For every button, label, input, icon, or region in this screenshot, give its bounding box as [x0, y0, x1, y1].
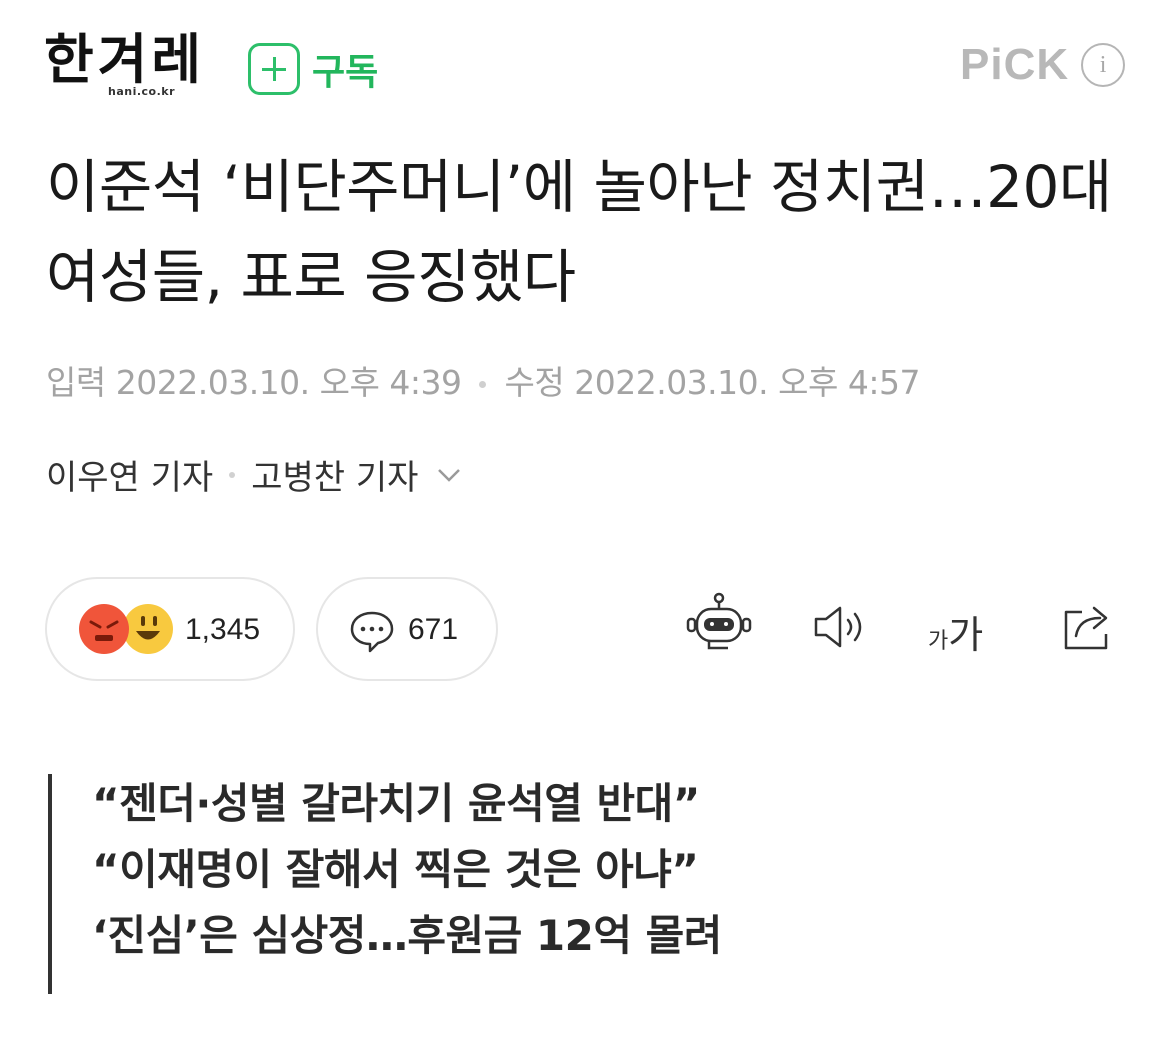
font-size-small-label: 가: [928, 629, 949, 654]
subtitle-line: ‘진심’은 심상정…후원금 12억 몰려: [92, 911, 722, 960]
text-to-speech-button[interactable]: [812, 604, 872, 654]
subscribe-button[interactable]: 구독: [248, 40, 378, 98]
info-icon[interactable]: i: [1081, 43, 1126, 87]
speaker-icon: [814, 606, 862, 648]
edit-label: 수정: [504, 363, 565, 402]
plus-icon: [248, 43, 300, 95]
reporter-name: 고병찬 기자: [251, 458, 419, 498]
input-time: 2022.03.10. 오후 4:39: [115, 363, 462, 402]
edit-time: 2022.03.10. 오후 4:57: [574, 363, 920, 402]
font-size-large-label: 가: [948, 613, 984, 657]
logo-domain: hani.co.kr: [108, 85, 176, 98]
share-button[interactable]: [1060, 600, 1116, 656]
comment-icon: [350, 611, 394, 653]
comment-button[interactable]: 671: [316, 577, 498, 681]
reporter-name: 이우연 기자: [46, 458, 214, 498]
article-headline: 이준석 ‘비단주머니’에 놀아난 정치권…20대 여성들, 표로 응징했다: [46, 153, 1112, 311]
article-dates: 입력 2022.03.10. 오후 4:39 수정 2022.03.10. 오후…: [46, 356, 920, 404]
article-header: 한겨레 hani.co.kr 구독 PiCK i: [0, 0, 1170, 140]
reporter-list[interactable]: 이우연 기자 고병찬 기자: [46, 450, 462, 499]
reaction-button[interactable]: 1,345: [45, 577, 295, 681]
smile-emoji-icon: [123, 604, 173, 654]
article-subtitle-block: “젠더·성별 갈라치기 윤석열 반대” “이재명이 잘해서 찍은 것은 아냐” …: [48, 774, 722, 994]
logo-text: 한겨레: [44, 28, 206, 91]
subscribe-label: 구독: [312, 52, 379, 93]
share-icon: [1064, 606, 1108, 650]
pick-badge: PiCK i: [960, 40, 1126, 90]
separator-dot: [229, 471, 236, 478]
separator-dot: [479, 381, 487, 388]
font-size-button[interactable]: 가가: [928, 604, 983, 659]
subtitle-line: “젠더·성별 갈라치기 윤석열 반대”: [92, 779, 700, 828]
chevron-down-icon: [438, 468, 461, 482]
input-label: 입력: [46, 363, 106, 402]
comment-count: 671: [408, 613, 459, 646]
pick-label: PiCK: [960, 40, 1070, 89]
robot-summary-button[interactable]: [684, 592, 754, 660]
angry-emoji-icon: [79, 604, 129, 654]
reaction-count: 1,345: [185, 613, 261, 646]
robot-summary-icon: [686, 592, 752, 650]
publisher-logo[interactable]: 한겨레 hani.co.kr: [44, 30, 224, 100]
subtitle-line: “이재명이 잘해서 찍은 것은 아냐”: [92, 845, 699, 894]
